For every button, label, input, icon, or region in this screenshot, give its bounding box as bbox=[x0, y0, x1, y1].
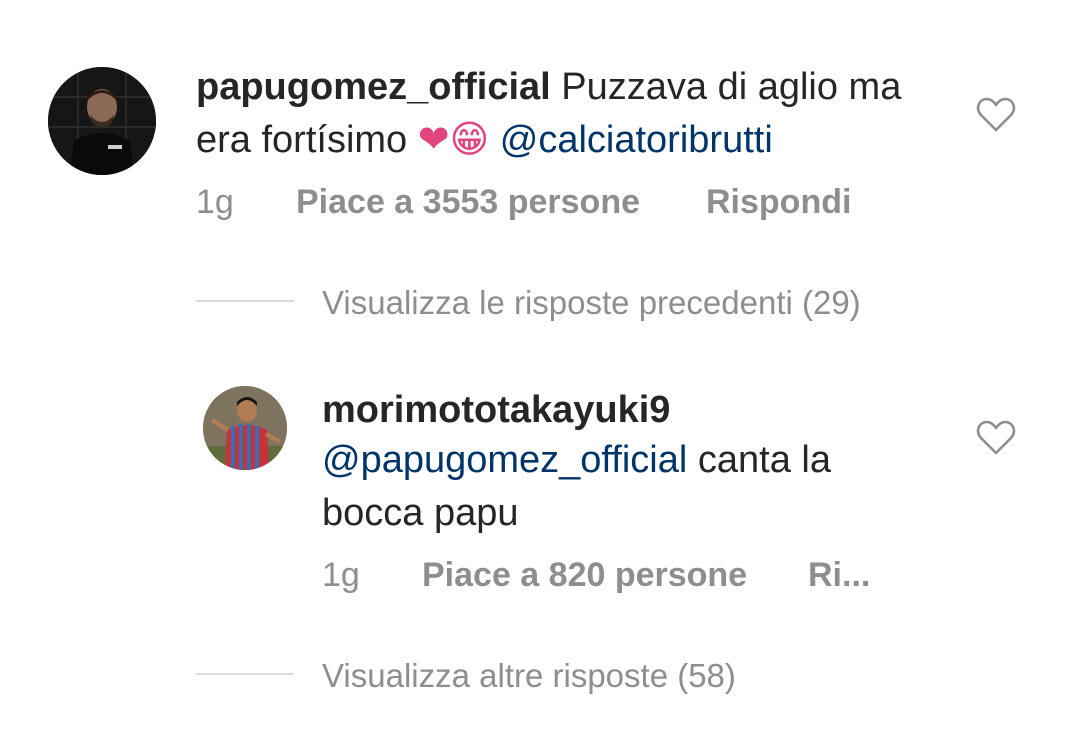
avatar-papugomez[interactable] bbox=[48, 67, 156, 175]
replies-divider bbox=[196, 300, 294, 302]
reply-timestamp: 1g bbox=[322, 556, 360, 594]
comment-likes-link[interactable]: Piace a 3553 persone bbox=[296, 182, 640, 222]
view-more-replies-button[interactable]: Visualizza altre risposte (58) bbox=[322, 656, 736, 696]
avatar-person-image bbox=[48, 67, 156, 175]
heart-outline-icon[interactable] bbox=[976, 97, 1016, 133]
replies-divider bbox=[196, 673, 294, 675]
reply-username[interactable]: morimototakayuki9 bbox=[322, 384, 670, 437]
comment-mention[interactable]: @calciatoribrutti bbox=[500, 119, 773, 161]
comment-emojis: ❤😁 bbox=[417, 119, 490, 161]
comment-username[interactable]: papugomez_official bbox=[196, 66, 551, 108]
avatar-morimototakayuki[interactable] bbox=[203, 386, 287, 470]
reply-mention[interactable]: @papugomez_official bbox=[322, 439, 687, 481]
avatar-player-image bbox=[203, 386, 287, 470]
heart-outline-icon[interactable] bbox=[976, 420, 1016, 456]
view-previous-replies-button[interactable]: Visualizza le risposte precedenti (29) bbox=[322, 283, 861, 323]
reply-likes-link[interactable]: Piace a 820 persone bbox=[422, 555, 747, 595]
comment-body: papugomez_official Puzzava di aglio ma e… bbox=[196, 61, 956, 167]
comment-reply-button[interactable]: Rispondi bbox=[706, 182, 851, 222]
reply-body: @papugomez_official canta la bocca papu bbox=[322, 434, 942, 540]
comment-timestamp: 1g bbox=[196, 183, 234, 221]
reply-reply-button[interactable]: Ri... bbox=[808, 555, 870, 595]
